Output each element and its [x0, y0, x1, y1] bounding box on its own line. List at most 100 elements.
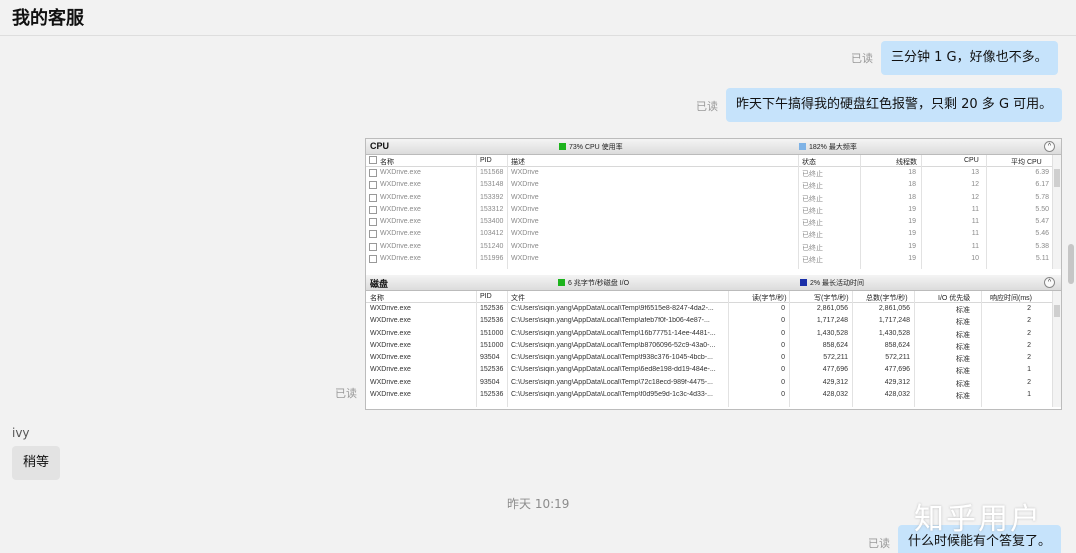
cell-file: C:\Users\siqin.yang\AppData\Local\Temp\a… — [511, 317, 710, 325]
cpu-section-header[interactable]: CPU 73% CPU 使用率 182% 最大频率 ^ — [366, 139, 1061, 155]
table-row[interactable]: WXDrive.exe 153400 WXDrive 已终止 19 11 5.47 — [366, 216, 1061, 228]
cpu-process-table: 名称 PID 描述 状态 线程数 CPU 平均 CPU WXDrive.exe 1… — [366, 155, 1061, 269]
table-row[interactable]: WXDrive.exe 153312 WXDrive 已终止 19 11 5.50 — [366, 204, 1061, 216]
cell-threads: 19 — [908, 230, 916, 238]
cell-pid: 152536 — [480, 366, 504, 374]
disk-section: 磁盘 6 兆字节/秒磁盘 I/O 2% 最长活动时间 ^ 名称 PID 文件 读… — [366, 275, 1061, 407]
cell-name: WXDrive.exe — [370, 317, 411, 325]
row-checkbox[interactable] — [369, 230, 377, 239]
scrollbar-thumb[interactable] — [1068, 244, 1074, 284]
cpu-usage-stat: 73% CPU 使用率 — [559, 142, 623, 152]
cell-status: 已终止 — [802, 183, 823, 191]
read-receipt: 已读 — [696, 100, 718, 113]
col-pid[interactable]: PID — [480, 293, 492, 300]
message-bubble-incoming[interactable]: 稍等 — [12, 446, 61, 480]
table-row[interactable]: WXDrive.exe 152536 C:\Users\siqin.yang\App… — [366, 389, 1061, 401]
disk-io-stat: 6 兆字节/秒磁盘 I/O — [558, 278, 629, 288]
row-checkbox[interactable] — [369, 205, 377, 214]
col-name[interactable]: 名称 — [380, 157, 394, 167]
legend-swatch-icon — [799, 143, 806, 150]
row-checkbox[interactable] — [369, 169, 377, 177]
col-read[interactable]: 读(字节/秒) — [752, 293, 787, 303]
cell-read: 0 — [781, 317, 785, 325]
col-threads[interactable]: 线程数 — [896, 157, 917, 167]
row-checkbox[interactable] — [369, 193, 377, 202]
select-all-checkbox[interactable] — [369, 156, 377, 164]
cell-pid: 153392 — [480, 193, 504, 201]
cell-write: 858,624 — [822, 341, 848, 349]
table-row[interactable]: WXDrive.exe 153148 WXDrive 已终止 18 12 6.17 — [366, 179, 1061, 191]
col-name[interactable]: 名称 — [370, 293, 384, 303]
cell-pid: 151000 — [480, 329, 504, 337]
image-message-screenshot[interactable]: CPU 73% CPU 使用率 182% 最大频率 ^ 名称 PID 描述 状态… — [365, 138, 1062, 410]
cell-name: WXDrive.exe — [380, 181, 421, 189]
cell-avg-cpu: 5.47 — [1035, 218, 1049, 226]
table-row[interactable]: WXDrive.exe 151240 WXDrive 已终止 19 11 5.38 — [366, 241, 1061, 253]
collapse-chevron-icon[interactable]: ^ — [1044, 141, 1055, 152]
chat-scrollbar[interactable] — [1066, 36, 1076, 553]
cell-pid: 93504 — [480, 354, 500, 362]
cell-file: C:\Users\siqin.yang\AppData\Local\Temp\7… — [511, 378, 713, 386]
table-row[interactable]: WXDrive.exe 152536 C:\Users\siqin.yang\App… — [366, 315, 1061, 327]
cell-cpu: 11 — [971, 230, 979, 238]
col-io-priority[interactable]: I/O 优先级 — [938, 293, 970, 303]
cell-avg-cpu: 6.39 — [1035, 169, 1049, 176]
col-write[interactable]: 写(字节/秒) — [814, 293, 849, 303]
col-response-time[interactable]: 响应时间(ms) — [990, 293, 1032, 303]
row-checkbox[interactable] — [369, 242, 377, 251]
col-status[interactable]: 状态 — [802, 157, 816, 167]
chat-header: 我的客服 — [0, 0, 1076, 36]
cell-threads: 19 — [908, 255, 916, 263]
col-file[interactable]: 文件 — [511, 293, 525, 303]
table-row[interactable]: WXDrive.exe 93504 C:\Users\siqin.yang\AppD… — [366, 377, 1061, 389]
cell-name: WXDrive.exe — [380, 205, 421, 213]
cpu-table-scrollbar[interactable] — [1052, 155, 1061, 269]
col-pid[interactable]: PID — [480, 157, 492, 164]
cell-pid: 151568 — [480, 169, 504, 176]
disk-section-header[interactable]: 磁盘 6 兆字节/秒磁盘 I/O 2% 最长活动时间 ^ — [366, 275, 1061, 291]
cell-write: 428,032 — [822, 391, 848, 399]
cell-name: WXDrive.exe — [380, 255, 421, 263]
row-checkbox[interactable] — [369, 255, 377, 264]
cell-total: 858,624 — [884, 341, 910, 349]
cell-name: WXDrive.exe — [370, 305, 411, 312]
cell-name: WXDrive.exe — [370, 378, 411, 386]
cpu-frequency-stat: 182% 最大频率 — [799, 142, 857, 152]
cell-status: 已终止 — [802, 232, 823, 240]
col-desc[interactable]: 描述 — [511, 157, 525, 167]
col-cpu[interactable]: CPU — [964, 157, 979, 164]
row-checkbox[interactable] — [369, 181, 377, 190]
table-row[interactable]: WXDrive.exe 103412 WXDrive 已终止 19 11 5.46 — [366, 228, 1061, 240]
read-receipt: 已读 — [335, 387, 357, 400]
table-row[interactable]: WXDrive.exe 152536 C:\Users\siqin.yang\App… — [366, 303, 1061, 315]
cell-cpu: 11 — [971, 205, 979, 213]
cell-file: C:\Users\siqin.yang\AppData\Local\Temp\6… — [511, 366, 716, 374]
disk-table-scrollbar[interactable] — [1052, 291, 1061, 407]
cell-write: 477,696 — [822, 366, 848, 374]
cell-pid: 153312 — [480, 205, 504, 213]
cell-name: WXDrive.exe — [370, 329, 411, 337]
cell-read: 0 — [781, 378, 785, 386]
message-bubble-outgoing[interactable]: 昨天下午搞得我的硬盘红色报警，只剩 20 多 G 可用。 — [726, 88, 1063, 122]
table-row[interactable]: WXDrive.exe 152536 C:\Users\siqin.yang\App… — [366, 364, 1061, 376]
cell-total: 428,032 — [884, 391, 910, 399]
col-avg-cpu[interactable]: 平均 CPU — [1011, 157, 1042, 167]
table-row[interactable]: WXDrive.exe 151568 WXDrive 已终止 18 13 6.39 — [366, 167, 1061, 179]
cell-status: 已终止 — [802, 244, 823, 252]
table-row[interactable]: WXDrive.exe 151000 C:\Users\siqin.yang\App… — [366, 328, 1061, 340]
table-row[interactable]: WXDrive.exe 151000 C:\Users\siqin.yang\App… — [366, 340, 1061, 352]
table-row[interactable]: WXDrive.exe 93504 C:\Users\siqin.yang\AppD… — [366, 352, 1061, 364]
table-row[interactable]: WXDrive.exe 153392 WXDrive 已终止 18 12 5.78 — [366, 192, 1061, 204]
cell-name: WXDrive.exe — [370, 391, 411, 399]
cell-desc: WXDrive — [511, 255, 539, 263]
cell-response-time: 2 — [1027, 329, 1031, 337]
table-row[interactable]: WXDrive.exe 151996 WXDrive 已终止 19 10 5.11 — [366, 253, 1061, 265]
collapse-chevron-icon[interactable]: ^ — [1044, 277, 1055, 288]
col-total[interactable]: 总数(字节/秒) — [866, 293, 908, 303]
message-list[interactable]: 已读 三分钟 1 G，好像也不多。 已读 昨天下午搞得我的硬盘红色报警，只剩 2… — [0, 36, 1066, 553]
row-checkbox[interactable] — [369, 218, 377, 227]
message-bubble-outgoing[interactable]: 三分钟 1 G，好像也不多。 — [881, 41, 1058, 75]
table-header: 名称 PID 描述 状态 线程数 CPU 平均 CPU — [366, 155, 1061, 167]
cpu-usage-label: 73% CPU 使用率 — [569, 144, 623, 151]
cell-name: WXDrive.exe — [380, 242, 421, 250]
